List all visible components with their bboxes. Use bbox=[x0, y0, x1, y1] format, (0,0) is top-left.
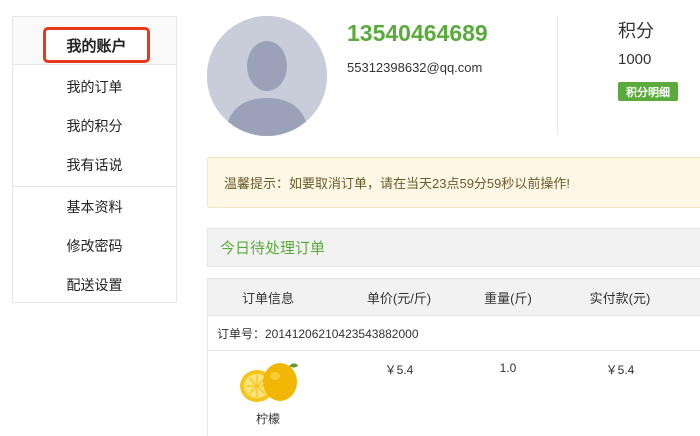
item-unit-price: ￥5.4 bbox=[384, 363, 414, 377]
cancel-order-notice: 温馨提示：如要取消订单，请在当天23点59分59秒以前操作! bbox=[207, 157, 700, 208]
column-weight: 重量(斤) bbox=[484, 290, 532, 306]
orders-table-header: 订单信息 单价(元/斤) 重量(斤) 实付款(元) bbox=[207, 278, 700, 316]
sidebar-header: 我的账户 bbox=[13, 17, 176, 65]
points-label: 积分 bbox=[618, 21, 654, 41]
sidebar-title[interactable]: 我的账户 bbox=[43, 27, 150, 63]
sidebar-group-settings: 基本资料 修改密码 配送设置 bbox=[13, 187, 176, 304]
points-detail-button[interactable]: 积分明细 bbox=[618, 82, 678, 101]
user-email: 55312398632@qq.com bbox=[347, 60, 483, 75]
column-order-info: 订单信息 bbox=[241, 290, 294, 306]
order-number: 订单号：20141206210423543882000 bbox=[217, 326, 419, 341]
column-unit-price: 单价(元/斤) bbox=[366, 290, 432, 306]
column-paid: 实付款(元) bbox=[589, 290, 651, 306]
notice-text: 温馨提示：如要取消订单，请在当天23点59分59秒以前操作! bbox=[224, 176, 570, 191]
sidebar-item-delivery-settings[interactable]: 配送设置 bbox=[13, 265, 176, 304]
sidebar-item-feedback[interactable]: 我有话说 bbox=[13, 145, 176, 184]
account-sidebar: 我的账户 我的订单 我的积分 我有话说 基本资料 修改密码 配送设置 bbox=[12, 16, 177, 303]
sidebar-item-change-password[interactable]: 修改密码 bbox=[13, 226, 176, 265]
sidebar-group-orders: 我的订单 我的积分 我有话说 bbox=[13, 65, 176, 187]
avatar[interactable] bbox=[207, 16, 327, 136]
pending-orders-title: 今日待处理订单 bbox=[220, 240, 326, 257]
pending-orders-header: 今日待处理订单 bbox=[207, 228, 700, 267]
user-phone: 13540464689 bbox=[347, 20, 488, 46]
sidebar-item-basic-info[interactable]: 基本资料 bbox=[13, 187, 176, 226]
order-number-row: 订单号：20141206210423543882000 bbox=[207, 316, 700, 351]
points-value: 1000 bbox=[618, 51, 652, 68]
profile-divider bbox=[557, 16, 558, 134]
sidebar-item-my-orders[interactable]: 我的订单 bbox=[13, 67, 176, 106]
user-silhouette-icon bbox=[207, 16, 327, 136]
item-weight: 1.0 bbox=[499, 361, 517, 375]
table-row: 柠檬 ￥5.4 1.0 ￥5.4 bbox=[207, 351, 700, 436]
product-name[interactable]: 柠檬 bbox=[237, 410, 299, 427]
sidebar-item-my-points[interactable]: 我的积分 bbox=[13, 106, 176, 145]
item-paid: ￥5.4 bbox=[605, 363, 635, 377]
lemon-image-icon[interactable] bbox=[237, 358, 299, 408]
